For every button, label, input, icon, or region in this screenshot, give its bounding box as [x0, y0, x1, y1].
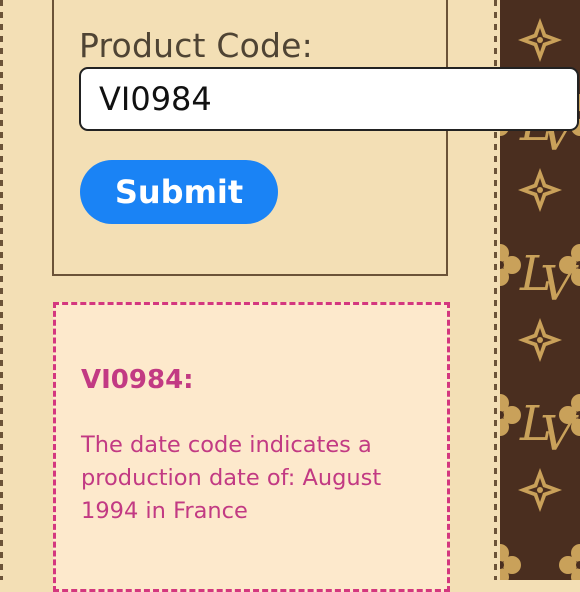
submit-button[interactable]: Submit	[80, 160, 278, 224]
result-message: The date code indicates a production dat…	[81, 432, 382, 524]
svg-text:V: V	[540, 406, 579, 462]
svg-text:V: V	[540, 256, 579, 312]
product-code-input[interactable]	[79, 67, 579, 131]
product-code-label: Product Code:	[79, 26, 313, 65]
left-dashed-border	[0, 0, 3, 580]
result-code-heading: VI0984:	[81, 365, 194, 395]
